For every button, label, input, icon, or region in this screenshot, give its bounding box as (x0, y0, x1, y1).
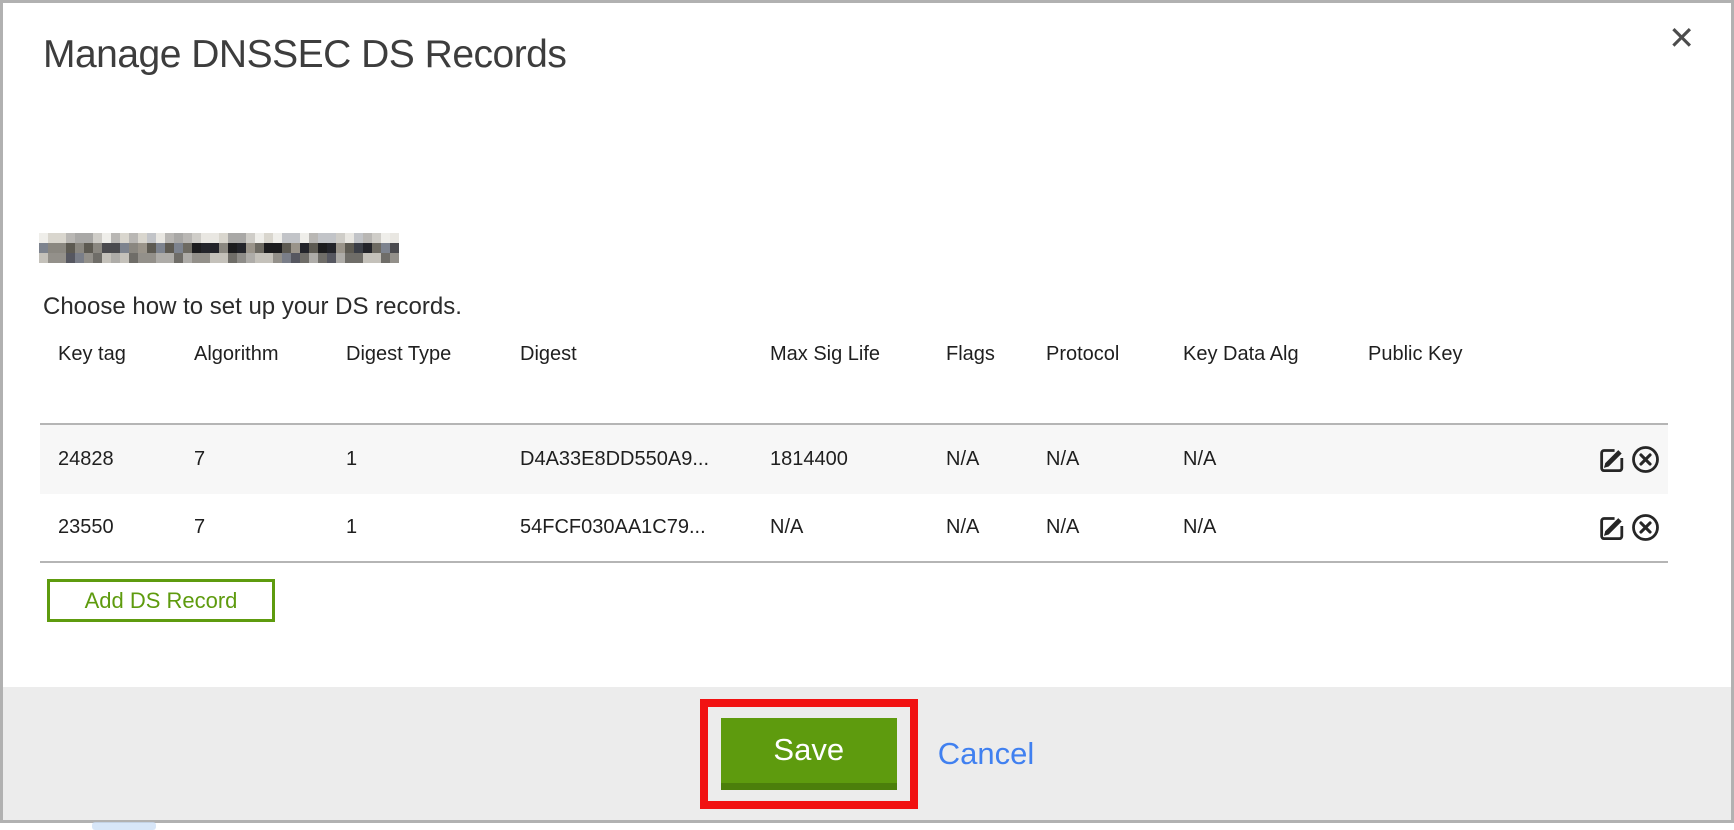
edit-icon[interactable] (1597, 444, 1628, 475)
instruction-text: Choose how to set up your DS records. (43, 293, 462, 321)
cell-key-data-alg: N/A (1165, 494, 1350, 562)
edit-icon[interactable] (1597, 512, 1628, 543)
row-actions (1500, 424, 1668, 494)
cell-max-sig-life: N/A (752, 494, 928, 562)
col-header-flags: Flags (928, 339, 1028, 424)
col-header-digest: Digest (502, 339, 752, 424)
col-header-public-key: Public Key (1350, 339, 1500, 424)
col-header-protocol: Protocol (1028, 339, 1165, 424)
col-header-key-tag: Key tag (40, 339, 176, 424)
cell-max-sig-life: 1814400 (752, 424, 928, 494)
cell-protocol: N/A (1028, 494, 1165, 562)
cell-digest-type: 1 (328, 424, 502, 494)
dialog-title: Manage DNSSEC DS Records (43, 33, 566, 77)
cell-key-data-alg: N/A (1165, 424, 1350, 494)
dialog-footer: Save Cancel (3, 687, 1731, 820)
table-header-row: Key tag Algorithm Digest Type Digest Max… (40, 339, 1668, 424)
delete-icon[interactable] (1630, 512, 1661, 543)
cell-key-tag: 24828 (40, 424, 176, 494)
cell-protocol: N/A (1028, 424, 1165, 494)
delete-icon[interactable] (1630, 444, 1661, 475)
cell-algorithm: 7 (176, 424, 328, 494)
annotation-red-box: Save (700, 699, 918, 809)
cell-flags: N/A (928, 494, 1028, 562)
cell-digest-type: 1 (328, 494, 502, 562)
cell-digest: 54FCF030AA1C79... (502, 494, 752, 562)
col-header-digest-type: Digest Type (328, 339, 502, 424)
col-header-algorithm: Algorithm (176, 339, 328, 424)
col-header-actions (1500, 339, 1668, 424)
cell-flags: N/A (928, 424, 1028, 494)
table-row: 2482871D4A33E8DD550A9...1814400N/AN/AN/A (40, 424, 1668, 494)
table-row: 235507154FCF030AA1C79...N/AN/AN/AN/A (40, 494, 1668, 562)
cell-algorithm: 7 (176, 494, 328, 562)
col-header-key-data-alg: Key Data Alg (1165, 339, 1350, 424)
row-actions (1500, 494, 1668, 562)
manage-dnssec-dialog: Manage DNSSEC DS Records ✕ Choose how to… (0, 0, 1734, 823)
cell-key-tag: 23550 (40, 494, 176, 562)
save-button[interactable]: Save (721, 718, 897, 790)
cancel-link[interactable]: Cancel (938, 736, 1035, 772)
background-page-fragment (92, 822, 156, 830)
cell-public-key (1350, 494, 1500, 562)
col-header-max-sig-life: Max Sig Life (752, 339, 928, 424)
domain-name-redacted (39, 233, 399, 263)
ds-records-table: Key tag Algorithm Digest Type Digest Max… (40, 339, 1668, 563)
cell-public-key (1350, 424, 1500, 494)
close-icon[interactable]: ✕ (1662, 21, 1701, 55)
add-ds-record-button[interactable]: Add DS Record (47, 579, 275, 622)
cell-digest: D4A33E8DD550A9... (502, 424, 752, 494)
